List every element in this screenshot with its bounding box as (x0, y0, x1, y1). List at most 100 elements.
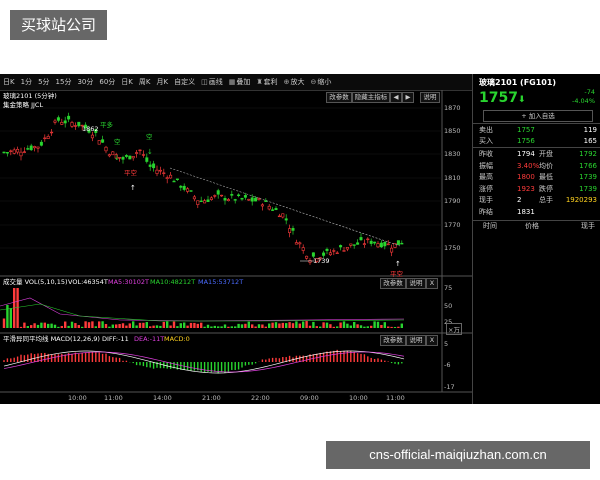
volume-bar (193, 322, 196, 328)
volume-bar (125, 325, 128, 328)
scroll-right-button[interactable]: ▶ (402, 92, 414, 103)
main-help-button[interactable]: 说明 (420, 92, 440, 103)
candle-body (288, 228, 292, 233)
volume-bar (356, 324, 359, 328)
candle-body (271, 209, 275, 211)
volume-bar (363, 326, 366, 328)
candle-body (301, 247, 305, 251)
volume-bar (74, 323, 77, 328)
annotation-close-short: 平空 (124, 169, 137, 177)
macd-diff: DIFF:-11 (102, 335, 129, 343)
volume-close-button[interactable]: X (426, 278, 438, 289)
volume-bar (390, 326, 393, 328)
candle-body (400, 242, 404, 245)
candle-body (352, 244, 356, 246)
macd-bar (237, 362, 240, 370)
last-price: 1757⬇ (479, 90, 526, 106)
volume-bar (210, 326, 213, 328)
volume-bar (325, 322, 329, 328)
volume-bar (291, 323, 295, 328)
bid-price: 1756 (517, 137, 535, 145)
volume-bar (393, 326, 397, 328)
macd-close-button[interactable]: X (426, 335, 438, 346)
volume-bar (155, 325, 159, 328)
stat-row: 昨结 1831 (473, 207, 600, 217)
volume-bar (43, 322, 46, 328)
volume-bar (339, 322, 342, 328)
main-params-button[interactable]: 改参数 (326, 92, 352, 103)
volume-bar (217, 326, 220, 328)
stat-value: 1800 (517, 173, 535, 181)
macd-bar (71, 354, 73, 362)
volume-bar (60, 325, 63, 328)
macd-bar (142, 362, 145, 367)
volume-bar (179, 323, 182, 328)
macd-bar (54, 354, 56, 362)
stat-value: 1794 (517, 150, 535, 158)
scroll-left-button[interactable]: ◀ (390, 92, 402, 103)
candle-body (29, 145, 33, 151)
chart-canvas[interactable]: ↑ ↓ ↓ ↑ (0, 74, 472, 404)
volume-bar (346, 323, 349, 328)
volume-bar (264, 326, 267, 328)
volume-bar (332, 326, 335, 328)
volume-bar (118, 324, 121, 328)
stat-value: 2 (517, 196, 522, 204)
volume-ma15: MA15:53712T (198, 278, 244, 286)
x-tick: 10:00 (349, 394, 368, 402)
volume-bar (274, 322, 278, 328)
volume-bar (145, 322, 148, 328)
volume-bar (295, 321, 298, 328)
volume-help-button[interactable]: 说明 (406, 278, 426, 289)
bid-row: 买入 1756 165 (473, 136, 600, 146)
macd-bar (265, 359, 267, 362)
stat-label: 最高 (479, 173, 493, 181)
candle-body (284, 218, 288, 221)
macd-bar (254, 362, 257, 364)
volume-bar (57, 326, 60, 328)
candle-body (226, 199, 230, 202)
volume-ma-line (0, 303, 405, 322)
candle-body (393, 243, 397, 248)
volume-bar (380, 324, 383, 328)
candle-body (199, 200, 203, 203)
candle-body (26, 148, 30, 150)
volume-bar (138, 322, 142, 328)
candle-body (383, 241, 387, 247)
candle-body (19, 151, 23, 157)
candle-body (46, 136, 50, 139)
macd-bar (339, 351, 342, 362)
macd-help-button[interactable]: 说明 (406, 335, 426, 346)
volume-bar (230, 326, 233, 328)
macd-label: 平滑异同平均线 MACD(12,26,9) (3, 335, 100, 343)
macd-params-button[interactable]: 改参数 (380, 335, 406, 346)
candle-body (9, 150, 13, 152)
candle-body (322, 252, 326, 256)
volume-bar (81, 326, 84, 328)
candle-body (223, 198, 227, 201)
candle-body (356, 242, 360, 245)
macd-bar (241, 362, 243, 368)
macd-value: MACD:0 (164, 335, 190, 343)
macd-bar (220, 362, 223, 372)
candle-body (328, 252, 332, 256)
candle-body (77, 121, 81, 127)
volume-bar (261, 324, 264, 328)
stat-label: 开盘 (539, 150, 553, 158)
hide-main-indicator-button[interactable]: 隐藏主指标 (352, 92, 390, 103)
macd-bar (152, 362, 155, 369)
macd-bar (360, 353, 362, 362)
volume-params-button[interactable]: 改参数 (380, 278, 406, 289)
candle-body (237, 194, 241, 197)
add-watchlist-button[interactable]: + 加入自选 (483, 110, 593, 122)
volume-bar (349, 325, 352, 328)
stat-label: 现手 (479, 196, 493, 204)
macd-bar (190, 362, 192, 371)
macd-bar (271, 357, 274, 362)
volume-bar (319, 326, 322, 328)
volume-bar (26, 326, 29, 328)
macd-bar (319, 352, 321, 362)
macd-y-tick: 5 (444, 340, 449, 348)
macd-bar (227, 362, 230, 372)
macd-bar (61, 353, 63, 362)
